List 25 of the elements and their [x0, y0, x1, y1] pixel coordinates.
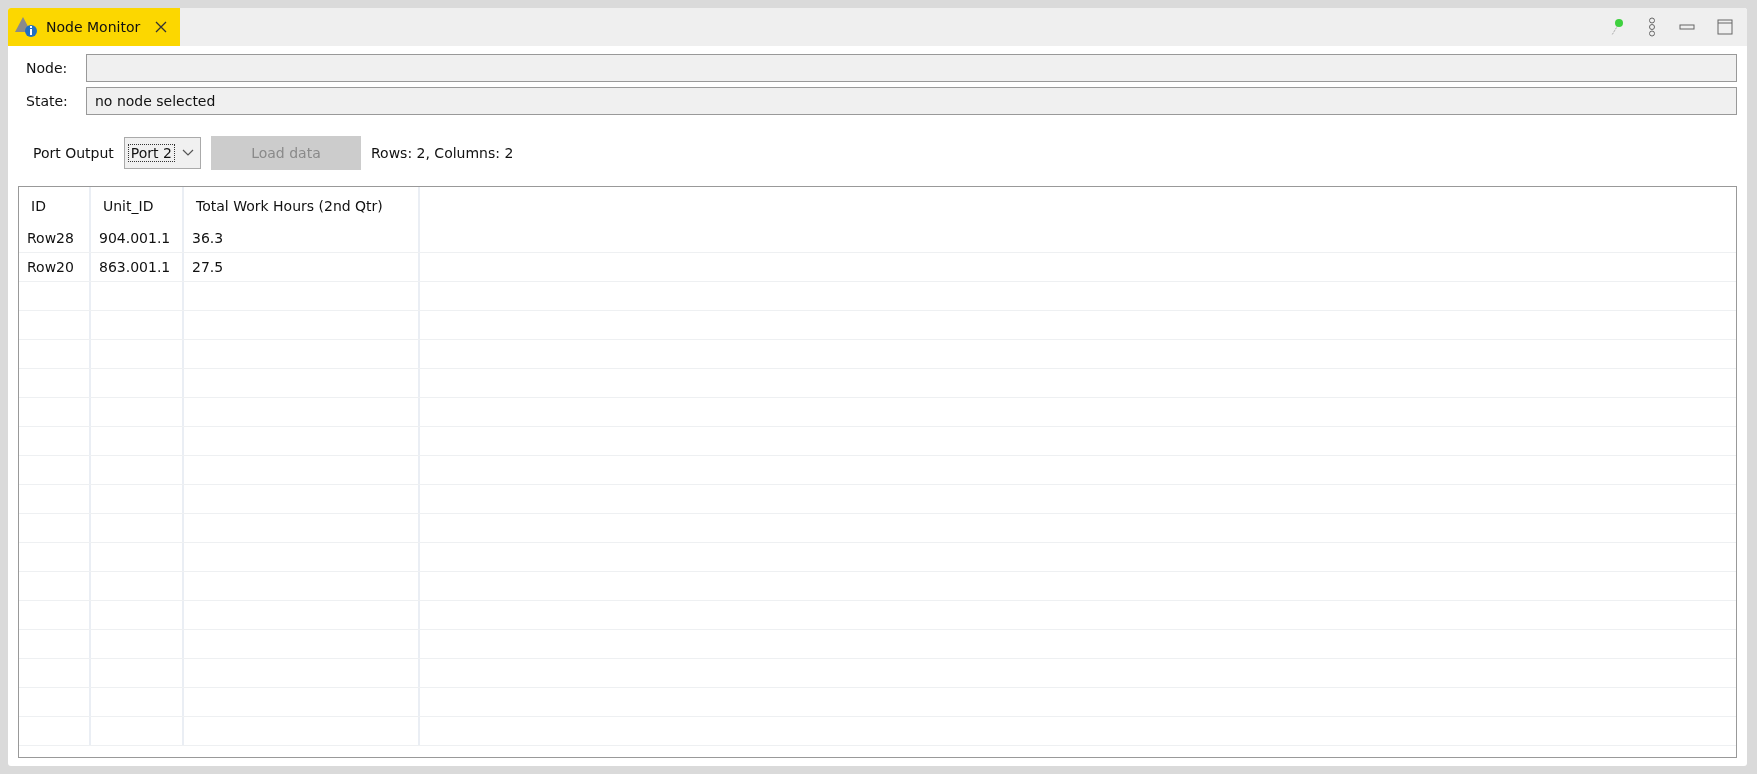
column-header[interactable]: Unit_ID — [91, 187, 184, 224]
maximize-icon[interactable] — [1717, 19, 1733, 35]
table-cell: 36.3 — [184, 224, 420, 252]
chevron-down-icon — [181, 149, 194, 157]
node-label: Node: — [25, 60, 69, 76]
state-label: State: — [25, 93, 69, 109]
pin-icon[interactable] — [1609, 18, 1625, 36]
column-header[interactable]: Total Work Hours (2nd Qtr) — [184, 187, 420, 224]
table-cell: Row28 — [19, 224, 91, 252]
view-tab[interactable]: Node Monitor — [8, 8, 181, 46]
table-cell: Row20 — [19, 253, 91, 281]
warning-info-icon — [14, 16, 38, 38]
port-output-label: Port Output — [33, 145, 114, 161]
table-cell: 904.001.1 — [91, 224, 184, 252]
view-menu-icon[interactable] — [1647, 17, 1657, 37]
column-header[interactable]: ID — [19, 187, 91, 224]
table-cell: 27.5 — [184, 253, 420, 281]
table-summary: Rows: 2, Columns: 2 — [370, 145, 514, 161]
close-icon[interactable] — [154, 20, 169, 34]
table-cell: 863.001.1 — [91, 253, 184, 281]
tab-title: Node Monitor — [46, 19, 141, 35]
minimize-icon[interactable] — [1679, 23, 1695, 31]
state-field[interactable]: no node selected — [86, 87, 1737, 115]
node-field[interactable] — [86, 54, 1737, 82]
port-dropdown[interactable]: Port 2 — [123, 137, 201, 169]
